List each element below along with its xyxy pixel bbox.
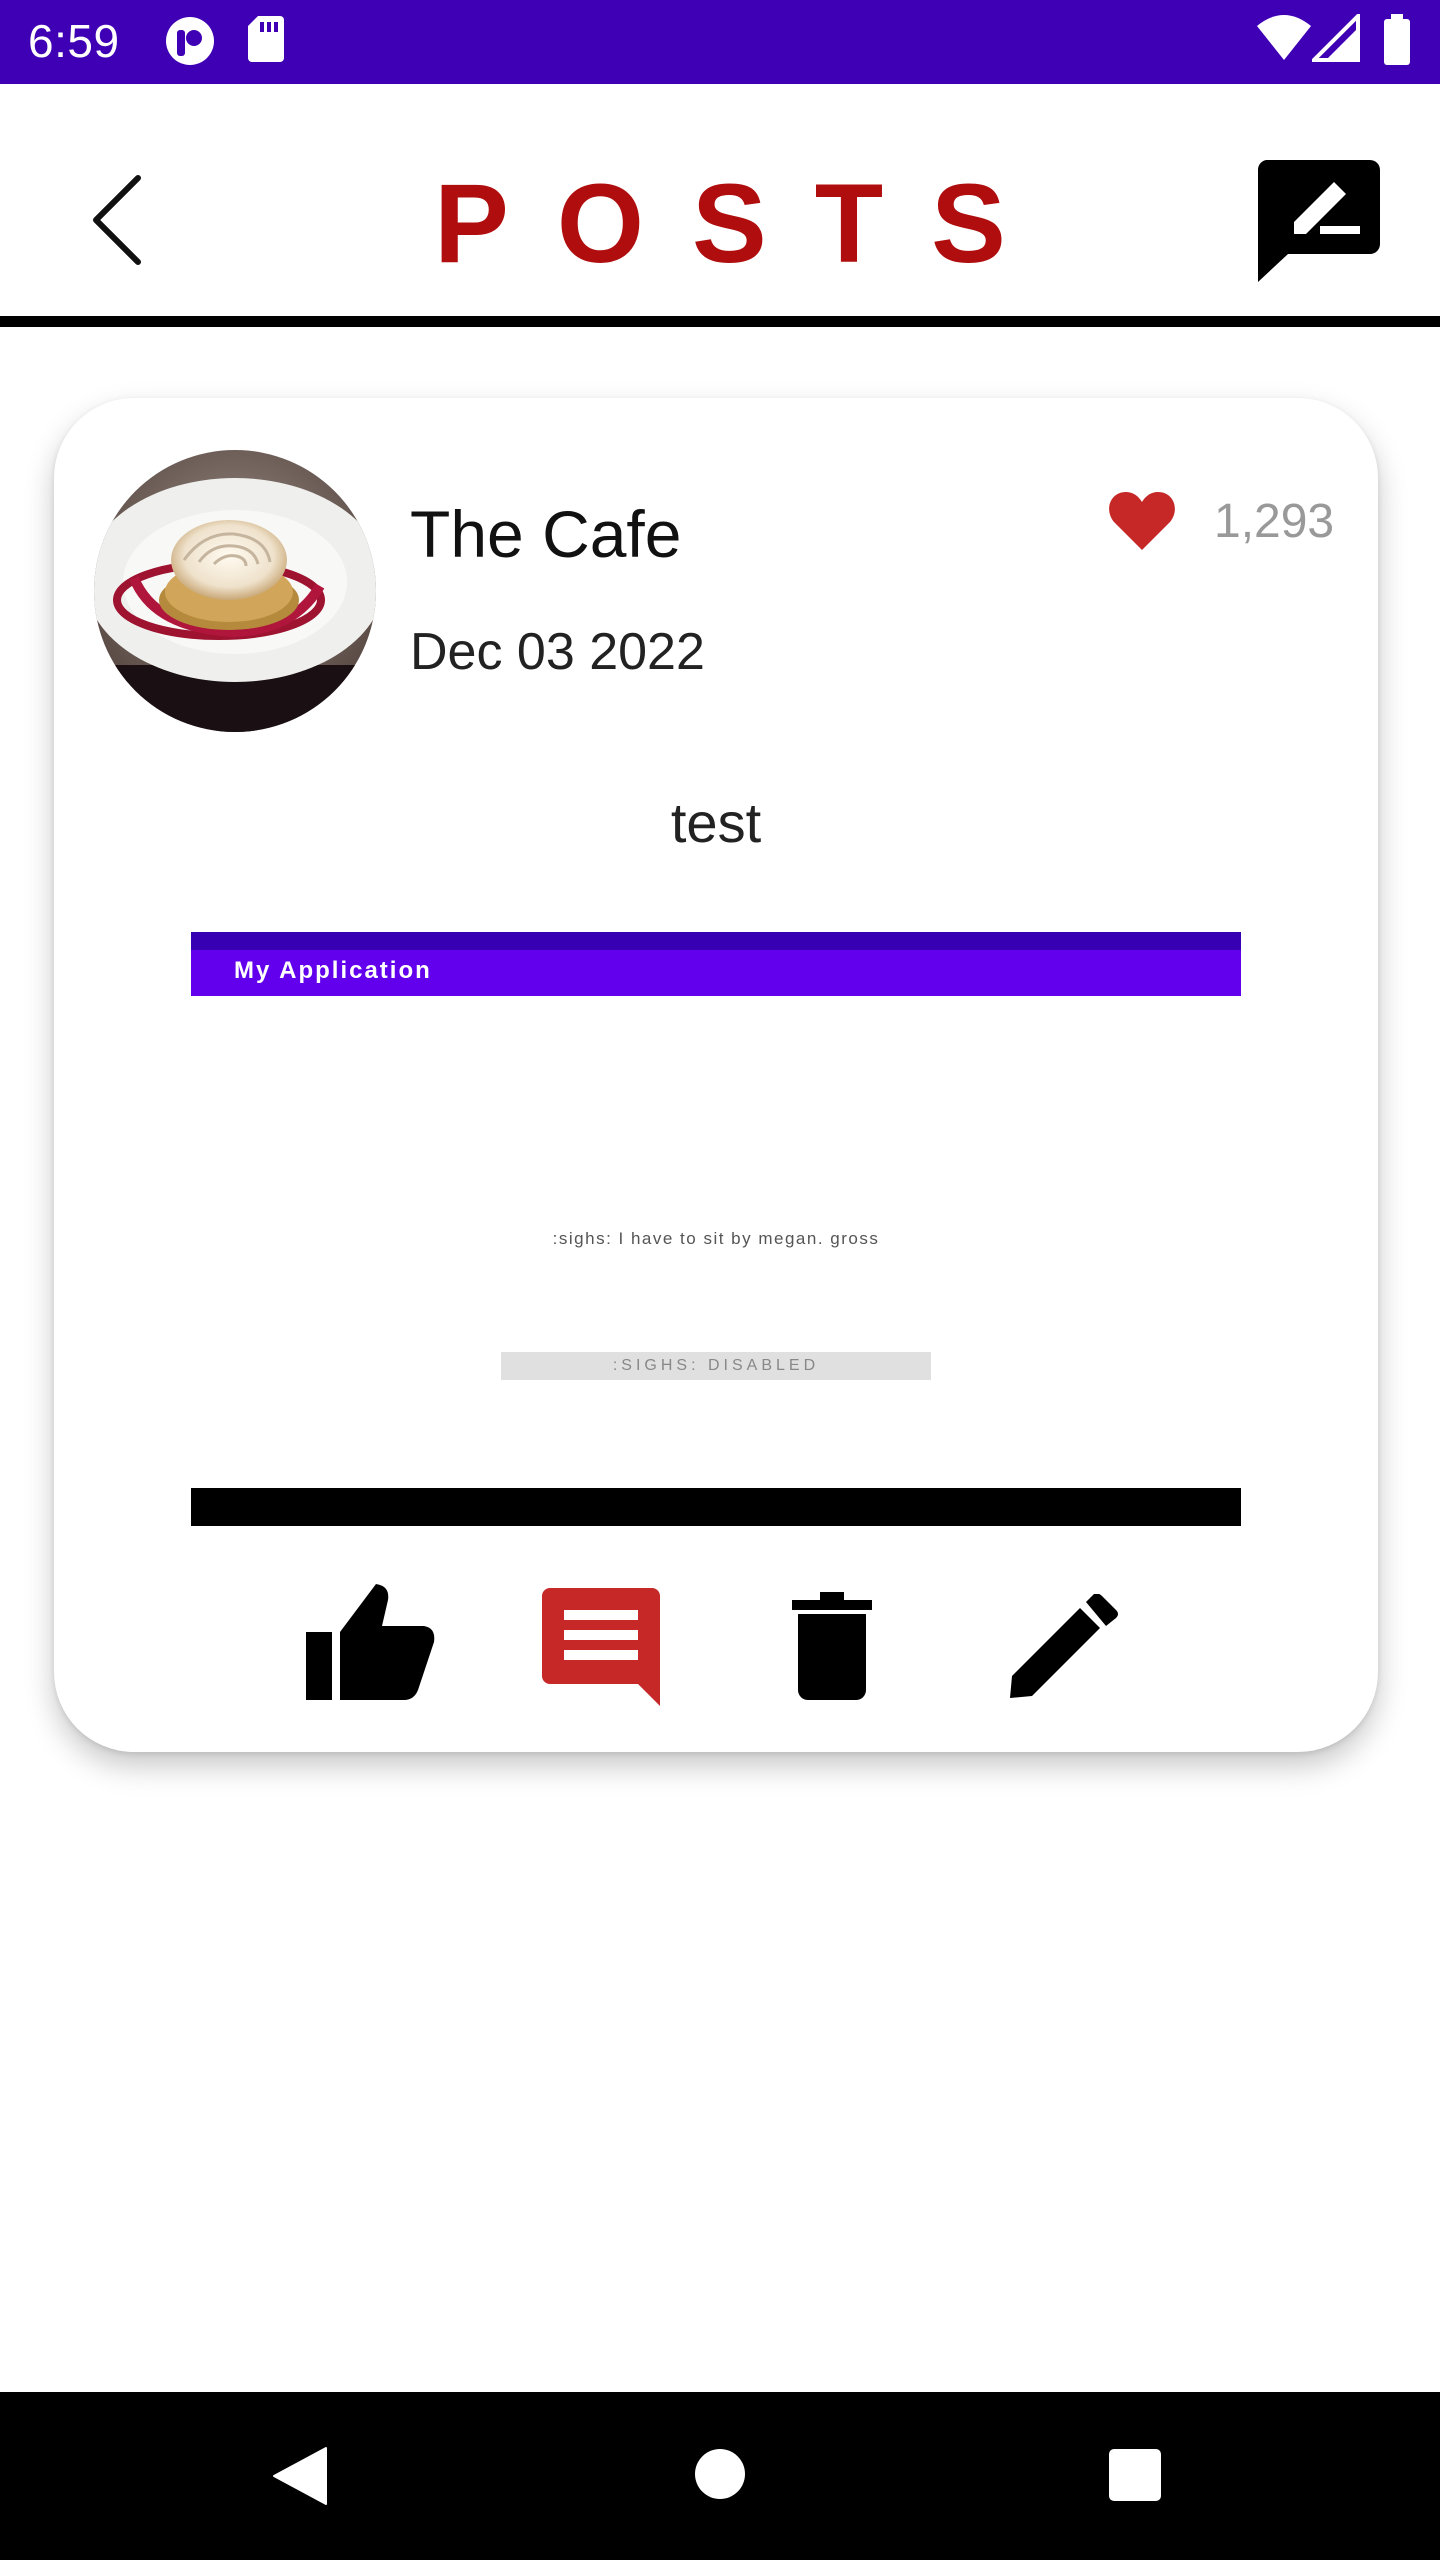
like-button[interactable] xyxy=(304,1580,436,1702)
status-bar: 6:59 xyxy=(0,0,1440,84)
home-circle-icon xyxy=(695,2449,745,2499)
trash-icon xyxy=(792,1592,872,1700)
post-date: Dec 03 2022 xyxy=(410,623,705,681)
wifi-icon xyxy=(1257,15,1311,60)
back-triangle-icon xyxy=(273,2447,327,2505)
system-nav-bar xyxy=(0,2392,1440,2560)
comment-icon xyxy=(542,1588,660,1706)
nav-recents-button[interactable] xyxy=(1108,2448,1162,2502)
sd-card-icon xyxy=(248,16,284,62)
image-app-title: My Application xyxy=(234,957,432,984)
cellular-signal-icon xyxy=(1312,14,1360,62)
image-message: :sighs: I have to sit by megan. gross xyxy=(552,1229,880,1248)
heart-icon[interactable] xyxy=(1108,490,1176,552)
nav-back-button[interactable] xyxy=(272,2446,328,2506)
battery-icon xyxy=(1384,14,1410,65)
status-time: 6:59 xyxy=(28,15,120,67)
post-text: test xyxy=(670,791,762,854)
app-bar: POSTS xyxy=(0,84,1440,316)
comment-button[interactable] xyxy=(542,1588,660,1706)
delete-button[interactable] xyxy=(792,1592,872,1700)
app-notification-icon xyxy=(166,17,214,65)
edit-button[interactable] xyxy=(1008,1594,1120,1700)
nav-home-button[interactable] xyxy=(694,2448,746,2500)
recents-square-icon xyxy=(1109,2449,1161,2501)
post-image[interactable]: My Application :sighs: I have to sit by … xyxy=(191,932,1241,1526)
compose-post-button[interactable] xyxy=(1256,160,1380,284)
like-count: 1,293 xyxy=(1214,495,1335,548)
avatar xyxy=(94,450,376,732)
thumb-up-icon xyxy=(306,1584,435,1700)
pencil-icon xyxy=(1010,1594,1118,1698)
image-disabled-button: :SIGHS: DISABLED xyxy=(501,1352,931,1380)
page-title: POSTS xyxy=(434,161,1054,286)
header-divider xyxy=(0,316,1440,327)
image-status-bar xyxy=(191,932,1241,950)
image-nav-bar xyxy=(191,1488,1241,1526)
post-card: The Cafe Dec 03 2022 1,293 test My Appli… xyxy=(54,398,1378,1752)
author-name[interactable]: The Cafe xyxy=(410,494,681,574)
rate-review-icon xyxy=(1257,160,1380,282)
